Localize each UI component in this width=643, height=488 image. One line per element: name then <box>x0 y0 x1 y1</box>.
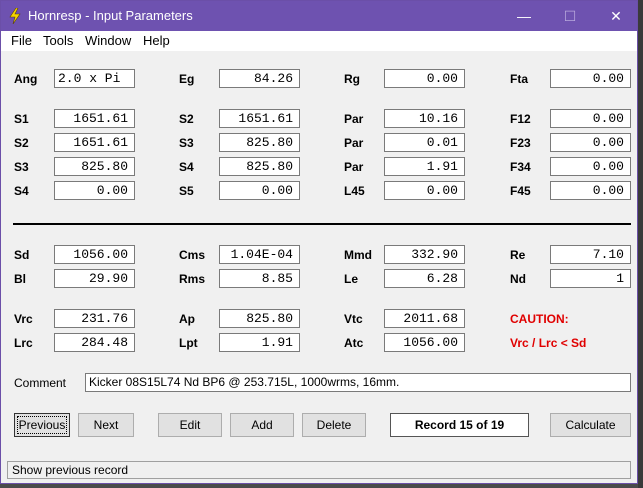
label-seg-4-c: L45 <box>344 184 365 198</box>
next-button[interactable]: Next <box>78 413 134 437</box>
add-button[interactable]: Add <box>230 413 294 437</box>
field-seg-4-c[interactable]: 0.00 <box>384 181 465 200</box>
label-seg-2-b: S3 <box>179 136 194 150</box>
field-seg-4-a[interactable]: 0.00 <box>54 181 135 200</box>
label-seg-4-d: F45 <box>510 184 531 198</box>
field-atc[interactable]: 1056.00 <box>384 333 465 352</box>
field-seg-2-d[interactable]: 0.00 <box>550 133 631 152</box>
field-vrc[interactable]: 231.76 <box>54 309 135 328</box>
label-seg-1-d: F12 <box>510 112 531 126</box>
field-seg-1-b[interactable]: 1651.61 <box>219 109 300 128</box>
minimize-button[interactable]: — <box>501 1 547 31</box>
label-vtc: Vtc <box>344 312 363 326</box>
input-parameters-panel: Ang 2.0 x Pi Eg 84.26 Rg 0.00 Fta 0.00 S… <box>1 51 637 457</box>
field-bl[interactable]: 29.90 <box>54 269 135 288</box>
label-seg-3-c: Par <box>344 160 364 174</box>
section-divider <box>13 223 631 225</box>
label-rms: Rms <box>179 272 206 286</box>
caution-title: CAUTION: <box>510 312 569 326</box>
field-seg-3-a[interactable]: 825.80 <box>54 157 135 176</box>
field-seg-1-d[interactable]: 0.00 <box>550 109 631 128</box>
label-rg: Rg <box>344 72 360 86</box>
comment-label: Comment <box>14 376 67 390</box>
label-ang: Ang <box>14 72 38 86</box>
label-lrc: Lrc <box>14 336 33 350</box>
label-le: Le <box>344 272 359 286</box>
label-cms: Cms <box>179 248 206 262</box>
maximize-button[interactable]: ☐ <box>547 1 593 31</box>
field-seg-2-b[interactable]: 825.80 <box>219 133 300 152</box>
label-eg: Eg <box>179 72 195 86</box>
field-eg[interactable]: 84.26 <box>219 69 300 88</box>
field-nd[interactable]: 1 <box>550 269 631 288</box>
field-rg[interactable]: 0.00 <box>384 69 465 88</box>
field-re[interactable]: 7.10 <box>550 245 631 264</box>
field-ap[interactable]: 825.80 <box>219 309 300 328</box>
label-bl: Bl <box>14 272 26 286</box>
field-seg-2-c[interactable]: 0.01 <box>384 133 465 152</box>
label-re: Re <box>510 248 526 262</box>
field-mmd[interactable]: 332.90 <box>384 245 465 264</box>
menu-tools[interactable]: Tools <box>43 33 73 48</box>
desktop-background <box>638 0 643 488</box>
title-bar[interactable]: Hornresp - Input Parameters — ☐ ✕ <box>1 1 637 31</box>
close-button[interactable]: ✕ <box>593 1 639 31</box>
edit-button[interactable]: Edit <box>158 413 222 437</box>
field-seg-3-b[interactable]: 825.80 <box>219 157 300 176</box>
lightning-icon <box>9 8 21 24</box>
field-cms[interactable]: 1.04E-04 <box>219 245 300 264</box>
label-vrc: Vrc <box>14 312 33 326</box>
label-seg-2-c: Par <box>344 136 364 150</box>
field-seg-4-d[interactable]: 0.00 <box>550 181 631 200</box>
label-seg-3-d: F34 <box>510 160 531 174</box>
label-seg-1: S1 <box>14 112 29 126</box>
delete-button[interactable]: Delete <box>302 413 366 437</box>
label-mmd: Mmd <box>344 248 372 262</box>
label-atc: Atc <box>344 336 364 350</box>
menu-window[interactable]: Window <box>85 33 131 48</box>
label-ap: Ap <box>179 312 195 326</box>
field-rms[interactable]: 8.85 <box>219 269 300 288</box>
label-fta: Fta <box>510 72 528 86</box>
label-seg-2-d: F23 <box>510 136 531 150</box>
hornresp-window: Hornresp - Input Parameters — ☐ ✕ File T… <box>0 0 638 484</box>
calculate-button[interactable]: Calculate <box>550 413 631 437</box>
label-seg-3-b: S4 <box>179 160 194 174</box>
field-sd[interactable]: 1056.00 <box>54 245 135 264</box>
field-seg-3-c[interactable]: 1.91 <box>384 157 465 176</box>
label-seg-1-b: S2 <box>179 112 194 126</box>
field-vtc[interactable]: 2011.68 <box>384 309 465 328</box>
field-lrc[interactable]: 284.48 <box>54 333 135 352</box>
menu-bar: File Tools Window Help <box>1 31 637 51</box>
label-seg-3: S3 <box>14 160 29 174</box>
caution-message: Vrc / Lrc < Sd <box>510 336 587 350</box>
field-seg-2-a[interactable]: 1651.61 <box>54 133 135 152</box>
field-seg-4-b[interactable]: 0.00 <box>219 181 300 200</box>
label-seg-2: S2 <box>14 136 29 150</box>
comment-field[interactable]: Kicker 08S15L74 Nd BP6 @ 253.715L, 1000w… <box>85 373 631 392</box>
field-seg-3-d[interactable]: 0.00 <box>550 157 631 176</box>
window-title: Hornresp - Input Parameters <box>28 8 193 23</box>
status-bar: Show previous record <box>7 461 631 479</box>
label-seg-4-b: S5 <box>179 184 194 198</box>
field-fta[interactable]: 0.00 <box>550 69 631 88</box>
menu-file[interactable]: File <box>11 33 32 48</box>
field-lpt[interactable]: 1.91 <box>219 333 300 352</box>
label-seg-1-c: Par <box>344 112 364 126</box>
field-seg-1-c[interactable]: 10.16 <box>384 109 465 128</box>
label-sd: Sd <box>14 248 30 262</box>
label-seg-4: S4 <box>14 184 29 198</box>
field-seg-1-a[interactable]: 1651.61 <box>54 109 135 128</box>
field-ang[interactable]: 2.0 x Pi <box>54 69 135 88</box>
label-nd: Nd <box>510 272 526 286</box>
field-le[interactable]: 6.28 <box>384 269 465 288</box>
menu-help[interactable]: Help <box>143 33 170 48</box>
label-lpt: Lpt <box>179 336 198 350</box>
record-indicator: Record 15 of 19 <box>390 413 529 437</box>
previous-button[interactable]: Previous <box>14 413 70 437</box>
